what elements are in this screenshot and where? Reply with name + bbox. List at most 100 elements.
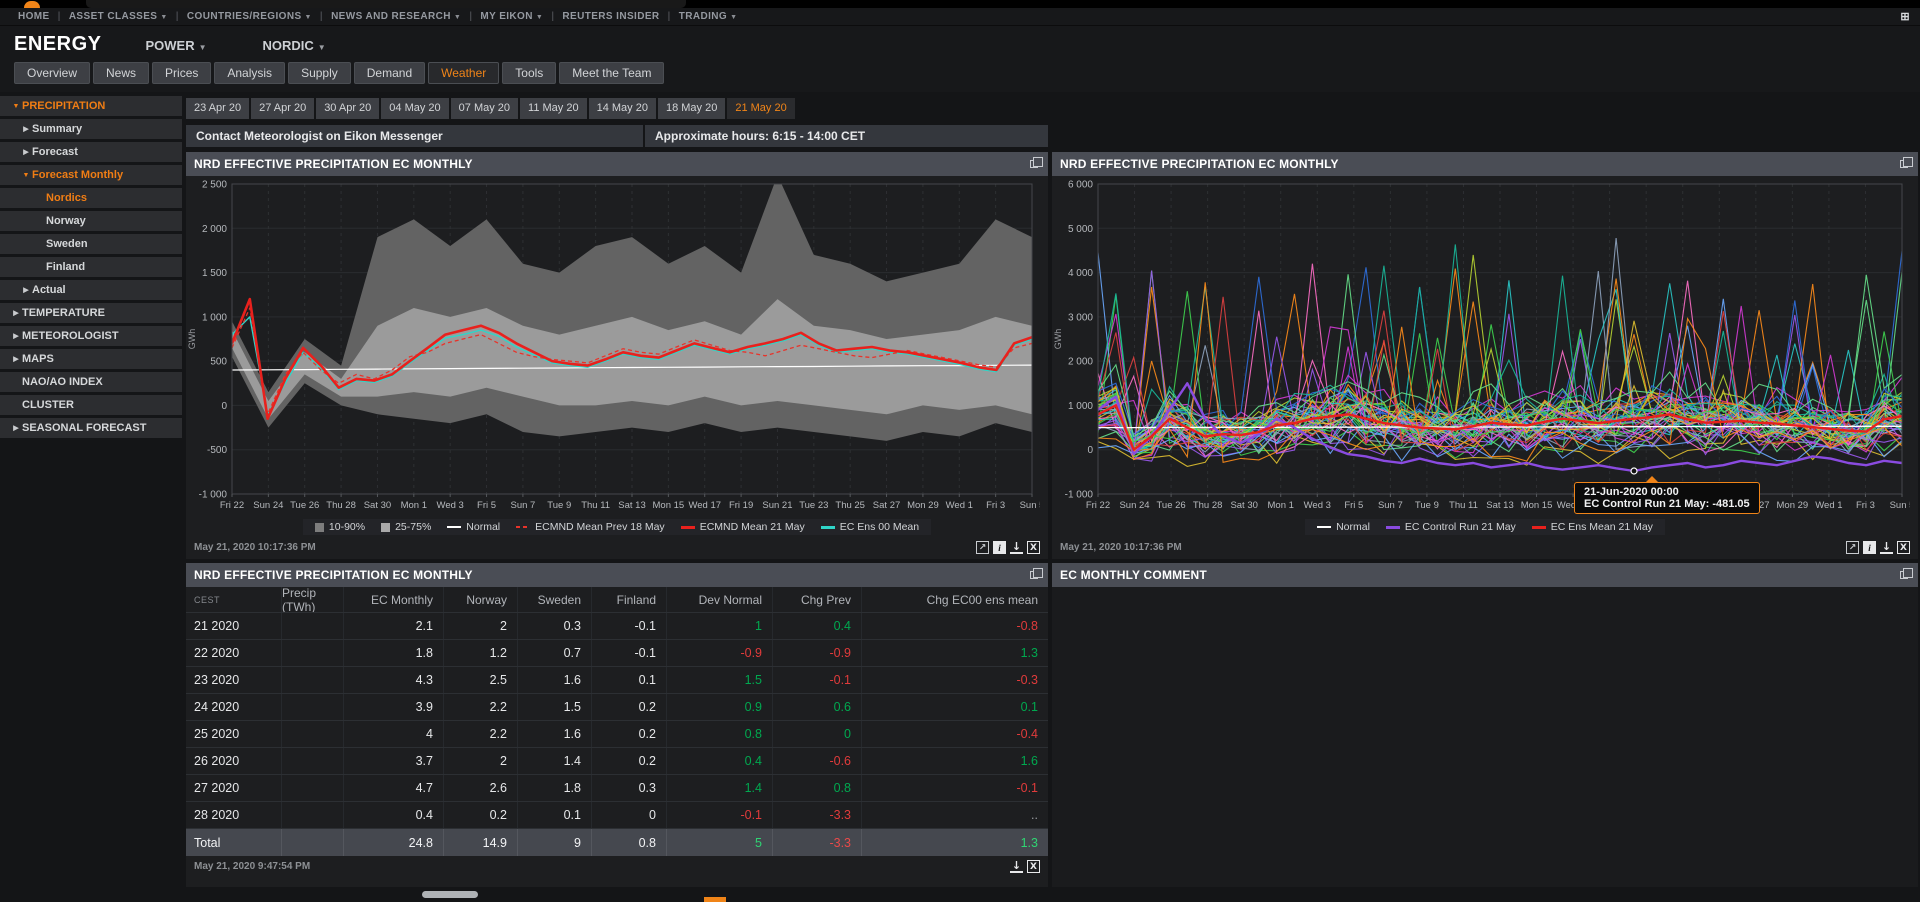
tab-prices[interactable]: Prices (152, 62, 211, 84)
download-icon[interactable]: ↓ (1880, 542, 1893, 554)
menu-item-countries-regions[interactable]: COUNTRIES/REGIONS▼ (179, 11, 320, 22)
caret-down-icon: ▼ (454, 14, 461, 21)
excel-export-icon[interactable]: X (1897, 541, 1910, 554)
chevron-down-icon: ▼ (10, 103, 22, 110)
date-tab-07-may-20[interactable]: 07 May 20 (451, 98, 518, 119)
legend-item-10-90: 10-90% (315, 521, 365, 533)
download-icon[interactable]: ↓ (1010, 542, 1023, 554)
popout-icon[interactable] (1030, 160, 1038, 168)
cell: 0.1 (517, 802, 591, 828)
tab-analysis[interactable]: Analysis (214, 62, 285, 84)
svg-text:Sat 30: Sat 30 (364, 500, 391, 511)
date-tab-30-apr-20[interactable]: 30 Apr 20 (316, 98, 379, 119)
svg-text:Mon 15: Mon 15 (1521, 500, 1553, 511)
date-tab-23-apr-20[interactable]: 23 Apr 20 (186, 98, 249, 119)
date-tab-14-may-20[interactable]: 14 May 20 (589, 98, 656, 119)
sidebar-item-temperature[interactable]: ▶TEMPERATURE (0, 303, 182, 323)
tab-overview[interactable]: Overview (14, 62, 90, 84)
caret-down-icon: ▼ (160, 14, 167, 21)
legend-swatch (821, 526, 835, 529)
sidebar-item-forecast[interactable]: ▶Forecast (0, 142, 182, 162)
tab-weather[interactable]: Weather (428, 62, 499, 84)
tooltip-date: 21-Jun-2020 00:00 (1584, 486, 1750, 498)
sidebar-item-cluster[interactable]: CLUSTER (0, 395, 182, 415)
cell: 0 (591, 802, 666, 828)
legend-item-ecmnd-mean-21-may: ECMND Mean 21 May (681, 521, 805, 533)
cell: -3.3 (772, 829, 861, 856)
menu-item-home[interactable]: HOME (10, 11, 58, 22)
cell: 1.4 (517, 748, 591, 774)
svg-text:3 000: 3 000 (1068, 312, 1093, 323)
svg-text:Fri 5: Fri 5 (1344, 500, 1363, 511)
menu-item-trading[interactable]: TRADING▼ (671, 11, 746, 22)
scrollbar-orange-marker[interactable] (704, 897, 726, 902)
sidebar-item-finland[interactable]: Finland (0, 257, 182, 277)
menu-item-my-eikon[interactable]: MY EIKON▼ (472, 11, 551, 22)
svg-text:GWh: GWh (1053, 329, 1063, 350)
date-tab-04-may-20[interactable]: 04 May 20 (381, 98, 448, 119)
table-row-22-2020: 22 20201.81.20.7-0.1-0.9-0.91.3 (186, 640, 1048, 667)
sidebar-item-nordics[interactable]: Nordics (0, 188, 182, 208)
charts-row: NRD EFFECTIVE PRECIPITATION EC MONTHLY 2… (186, 152, 1920, 559)
sidebar-item-sweden[interactable]: Sweden (0, 234, 182, 254)
date-tab-18-may-20[interactable]: 18 May 20 (658, 98, 725, 119)
comment-header: EC MONTHLY COMMENT (1052, 563, 1918, 587)
right-chart-title: NRD EFFECTIVE PRECIPITATION EC MONTHLY (1060, 157, 1339, 171)
cell: -0.1 (666, 802, 772, 828)
legend-label: EC Ens Mean 21 May (1551, 521, 1653, 533)
legend-swatch (681, 526, 695, 529)
excel-export-icon[interactable]: X (1027, 860, 1040, 873)
precipitation-band-chart[interactable]: 2 5002 0001 5001 0005000-500-1 000Fri 22… (186, 176, 1040, 512)
date-tab-11-may-20[interactable]: 11 May 20 (520, 98, 587, 119)
sidebar-item-forecast-monthly[interactable]: ▼Forecast Monthly (0, 165, 182, 185)
table-title: NRD EFFECTIVE PRECIPITATION EC MONTHLY (194, 568, 473, 582)
popout-icon[interactable] (1900, 160, 1908, 168)
horizontal-scrollbar-thumb[interactable] (422, 891, 478, 898)
tab-tools[interactable]: Tools (502, 62, 556, 84)
nordic-menu[interactable]: NORDIC▼ (263, 38, 326, 53)
svg-text:5 000: 5 000 (1068, 224, 1093, 235)
cell (281, 829, 343, 856)
download-icon[interactable]: ↓ (1010, 861, 1023, 873)
menu-item-reuters-insider[interactable]: REUTERS INSIDER (554, 11, 667, 22)
info-icon[interactable]: i (993, 541, 1006, 554)
tab-demand[interactable]: Demand (354, 62, 425, 84)
sidebar-item-label: Finland (46, 261, 85, 273)
precipitation-ensemble-chart[interactable]: 6 0005 0004 0003 0002 0001 0000-1 000Fri… (1052, 176, 1910, 512)
chevron-down-icon: ▼ (20, 172, 32, 179)
sidebar-item-meteorologist[interactable]: ▶METEOROLOGIST (0, 326, 182, 346)
sidebar-item-precipitation[interactable]: ▼PRECIPITATION (0, 96, 182, 116)
power-menu[interactable]: POWER▼ (145, 38, 206, 53)
svg-text:Mon 29: Mon 29 (1777, 500, 1809, 511)
precipitation-table: CESTPrecip (TWh)EC MonthlyNorwaySwedenFi… (186, 587, 1048, 856)
svg-text:-1 000: -1 000 (1065, 490, 1094, 501)
popout-icon[interactable] (1900, 571, 1908, 579)
cell: 0.3 (517, 613, 591, 639)
sidebar-item-norway[interactable]: Norway (0, 211, 182, 231)
menu-item-news-and-research[interactable]: NEWS AND RESEARCH▼ (323, 11, 469, 22)
table-panel: NRD EFFECTIVE PRECIPITATION EC MONTHLY C… (186, 563, 1048, 887)
legend-swatch (447, 526, 461, 528)
menu-item-asset-classes[interactable]: ASSET CLASSES▼ (61, 11, 176, 22)
date-tab-27-apr-20[interactable]: 27 Apr 20 (251, 98, 314, 119)
popout-icon[interactable] (1030, 571, 1038, 579)
sidebar-item-summary[interactable]: ▶Summary (0, 119, 182, 139)
tab-news[interactable]: News (93, 62, 149, 84)
export-icon[interactable]: ↗ (1846, 541, 1859, 554)
svg-text:-1 000: -1 000 (199, 490, 228, 501)
sidebar-item-seasonal-forecast[interactable]: ▶SEASONAL FORECAST (0, 418, 182, 438)
date-tab-21-may-20[interactable]: 21 May 20 (727, 98, 794, 119)
info-icon[interactable]: i (1863, 541, 1876, 554)
cell: 1.4 (666, 775, 772, 801)
apps-grid-icon[interactable]: ⊞ (1900, 10, 1910, 23)
tab-meet-the-team[interactable]: Meet the Team (559, 62, 664, 84)
export-icon[interactable]: ↗ (976, 541, 989, 554)
comment-body (1052, 587, 1918, 887)
column-header-chg-prev: Chg Prev (772, 587, 861, 612)
excel-export-icon[interactable]: X (1027, 541, 1040, 554)
tab-supply[interactable]: Supply (288, 62, 351, 84)
sidebar-item-maps[interactable]: ▶MAPS (0, 349, 182, 369)
sidebar-item-actual[interactable]: ▶Actual (0, 280, 182, 300)
svg-text:Fri 22: Fri 22 (1086, 500, 1110, 511)
sidebar-item-nao-ao-index[interactable]: NAO/AO INDEX (0, 372, 182, 392)
